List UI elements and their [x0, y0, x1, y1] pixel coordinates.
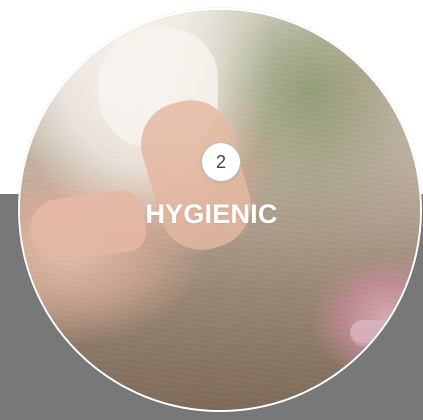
step-number: 2 — [215, 152, 226, 172]
feature-title: HYGIENIC — [145, 199, 278, 229]
feature-content-overlay: 2 HYGIENIC — [0, 0, 423, 420]
feature-card-stage: 2 HYGIENIC — [0, 0, 423, 420]
step-number-badge: 2 — [201, 142, 241, 182]
